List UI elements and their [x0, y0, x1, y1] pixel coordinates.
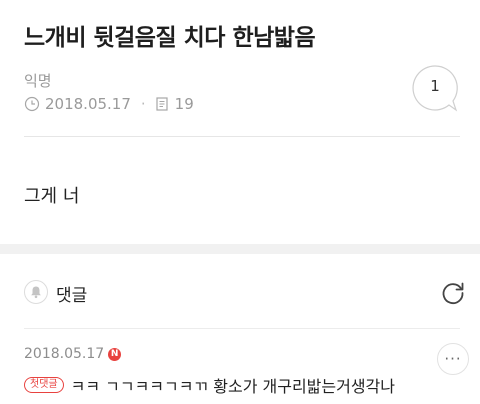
meta-divider: [24, 136, 460, 137]
notification-toggle[interactable]: [24, 280, 48, 304]
post-date: 2018.05.17: [45, 95, 131, 113]
post-views: 19: [174, 95, 194, 113]
comments-label: 댓글: [56, 286, 88, 306]
refresh-button[interactable]: [440, 280, 466, 306]
comments-header: 댓글: [0, 254, 480, 330]
post-page: 느개비 뒷걸음질 치다 한남밟음 익명 2018.05.17 · 19 1 그게…: [0, 0, 480, 404]
first-comment-tag: 첫댓글: [24, 377, 64, 393]
new-badge: N: [108, 347, 122, 361]
post-body: 그게 너: [24, 186, 80, 207]
comment-meta: 2018.05.17 N: [24, 346, 122, 362]
comments-divider: [24, 328, 460, 329]
clock-icon: [24, 96, 40, 112]
comment-count: 1: [430, 77, 440, 95]
document-icon: [154, 96, 170, 112]
comment-date: 2018.05.17: [24, 346, 105, 362]
comment-item: 첫댓글 ㅋㅋ ㄱㄱㅋㅋㄱㅋㄲ 황소가 개구리밟는거생각나: [24, 373, 395, 397]
post-author: 익명: [24, 72, 52, 90]
bell-icon: [31, 286, 41, 299]
comment-text: ㅋㅋ ㄱㄱㅋㅋㄱㅋㄲ 황소가 개구리밟는거생각나: [70, 377, 395, 396]
post-title: 느개비 뒷걸음질 치다 한남밟음: [24, 25, 316, 51]
comment-more-button[interactable]: ···: [437, 343, 469, 375]
meta-separator: ·: [140, 95, 146, 113]
comment-count-button[interactable]: 1: [411, 64, 459, 112]
refresh-icon: [442, 282, 464, 305]
post-meta: 2018.05.17 · 19: [24, 95, 194, 113]
section-divider: [0, 244, 480, 254]
